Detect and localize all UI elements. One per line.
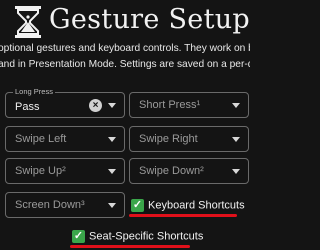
app-header: Gesture Setup: [0, 0, 250, 40]
page-title: Gesture Setup: [49, 4, 251, 35]
seat-specific-shortcuts-option[interactable]: ✓ Seat-Specific Shortcuts: [72, 230, 203, 243]
annotation-underline: [129, 214, 237, 217]
short-press-placeholder: Short Press¹: [139, 99, 201, 111]
chevron-down-icon[interactable]: [232, 103, 240, 108]
annotation-underline: [70, 245, 190, 248]
swipe-down-placeholder: Swipe Down²: [139, 165, 204, 177]
swipe-up-select[interactable]: Swipe Up²: [5, 158, 125, 184]
short-press-select[interactable]: Short Press¹: [129, 92, 249, 118]
checkbox-checked-icon[interactable]: ✓: [72, 230, 85, 243]
chevron-down-icon[interactable]: [108, 169, 116, 174]
keyboard-shortcuts-label: Keyboard Shortcuts: [148, 199, 245, 212]
chevron-down-icon[interactable]: [108, 203, 116, 208]
seat-specific-shortcuts-label: Seat-Specific Shortcuts: [89, 230, 204, 243]
swipe-right-placeholder: Swipe Right: [139, 133, 198, 145]
hourglass-logo-icon: [15, 6, 41, 38]
description-text: optional gestures and keyboard controls.…: [0, 41, 250, 73]
keyboard-shortcuts-option[interactable]: ✓ Keyboard Shortcuts: [131, 199, 245, 212]
chevron-down-icon[interactable]: [108, 103, 116, 108]
description-line-1: optional gestures and keyboard controls.…: [0, 43, 250, 54]
swipe-right-select[interactable]: Swipe Right: [129, 126, 249, 152]
long-press-value: Pass: [15, 101, 40, 113]
swipe-left-select[interactable]: Swipe Left: [5, 126, 125, 152]
chevron-down-icon[interactable]: [108, 137, 116, 142]
screen-down-placeholder: Screen Down³: [15, 199, 85, 211]
checkbox-checked-icon[interactable]: ✓: [131, 199, 144, 212]
long-press-select[interactable]: Long Press Pass ×: [5, 87, 125, 118]
screen-down-select[interactable]: Screen Down³: [5, 192, 125, 218]
swipe-up-placeholder: Swipe Up²: [15, 165, 66, 177]
swipe-left-placeholder: Swipe Left: [15, 133, 67, 145]
clear-icon[interactable]: ×: [89, 99, 102, 112]
chevron-down-icon[interactable]: [232, 137, 240, 142]
chevron-down-icon[interactable]: [232, 169, 240, 174]
swipe-down-select[interactable]: Swipe Down²: [129, 158, 249, 184]
description-line-2: and in Presentation Mode. Settings are s…: [0, 59, 250, 70]
long-press-label: Long Press: [13, 87, 55, 97]
